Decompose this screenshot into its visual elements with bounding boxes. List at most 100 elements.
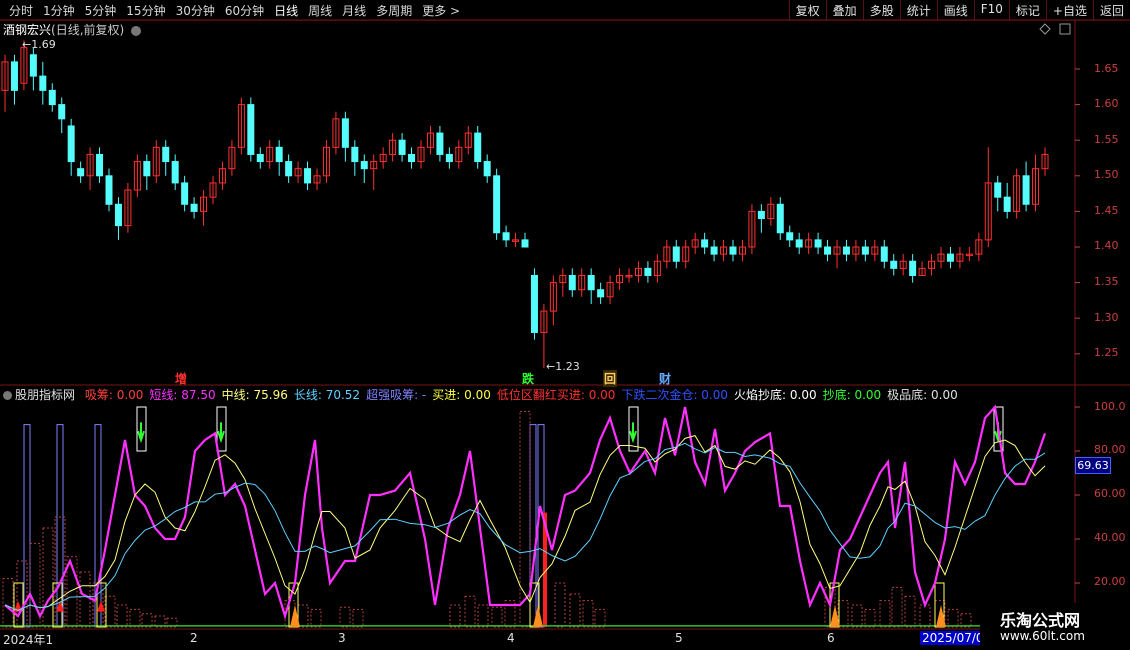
candle-body	[502, 232, 510, 241]
candle-body	[285, 161, 293, 177]
candle-body	[436, 132, 444, 155]
volume-dotted-bar	[947, 608, 959, 628]
accumulation-bar	[529, 424, 537, 628]
indicator-name[interactable]: 股朋指标网	[15, 388, 75, 402]
candle-body	[171, 161, 179, 184]
candle-body	[946, 253, 954, 262]
date-tick-label: 2	[190, 631, 198, 645]
indicator-value: 中线: 75.96	[221, 388, 288, 402]
chart-canvas[interactable]	[0, 0, 1130, 650]
short-line	[4, 404, 1047, 620]
candle-body	[29, 54, 37, 77]
candle-body	[143, 161, 151, 177]
price-tick-label: 1.65	[1094, 62, 1119, 75]
event-mark[interactable]: 财	[659, 370, 671, 387]
candle-body	[114, 203, 122, 227]
candle-body	[710, 246, 718, 255]
candle-body	[814, 239, 822, 248]
candle-body	[1022, 175, 1030, 205]
volume-dotted-bar	[891, 586, 903, 628]
candle-body	[701, 239, 709, 248]
buy-arrow-icon	[217, 422, 225, 444]
candle-body	[256, 153, 264, 163]
indicator-value: 短线: 87.50	[149, 388, 216, 402]
candle-body	[10, 61, 18, 91]
candle-body	[190, 203, 198, 212]
candle-body	[672, 246, 680, 262]
volume-dotted-bar	[582, 600, 594, 628]
price-tick-label: 1.60	[1094, 97, 1119, 110]
volume-dotted-bar	[116, 604, 128, 628]
high-price-label: ←1.69	[22, 38, 56, 51]
buy-arrow-icon	[629, 422, 637, 444]
volume-dotted-bar	[79, 571, 91, 628]
indicator-menu-icon[interactable]	[3, 391, 12, 400]
indicator-tick-label: 20.00	[1094, 575, 1126, 588]
candle-body	[530, 274, 538, 333]
candle-body	[644, 267, 652, 276]
price-tick-label: 1.45	[1094, 204, 1119, 217]
candle-body	[483, 161, 491, 177]
candle-body	[398, 139, 406, 155]
candle-body	[890, 260, 898, 269]
date-tick-label: 2025/07/0	[920, 631, 986, 645]
volume-dotted-bar	[851, 604, 863, 628]
candle-body	[909, 260, 917, 276]
indicator-legend: 股朋指标网 吸筹: 0.00 短线: 87.50 中线: 75.96 长线: 70.5…	[3, 386, 970, 403]
indicator-value: 极品底: 0.00	[887, 388, 958, 402]
candle-body	[275, 146, 283, 163]
date-tick-label: 5	[675, 631, 683, 645]
volume-dotted-bar	[919, 604, 931, 628]
candle-body	[597, 289, 605, 298]
candle-body	[247, 104, 255, 155]
price-tick-label: 1.50	[1094, 168, 1119, 181]
volume-dotted-bar	[449, 604, 461, 628]
candle-body	[304, 168, 312, 184]
volume-dotted-bar	[864, 608, 876, 628]
candle-body	[795, 239, 803, 248]
event-mark[interactable]: 增	[175, 370, 187, 387]
indicator-values: 吸筹: 0.00 短线: 87.50 中线: 75.96 长线: 70.52 超强吸筹:…	[85, 388, 964, 402]
candle-body	[757, 210, 765, 220]
candle-body	[341, 118, 349, 148]
indicator-value: 超强吸筹: -	[366, 388, 427, 402]
volume-dotted-bar	[141, 613, 153, 628]
candle-body	[824, 246, 832, 255]
diamond-icon	[1039, 23, 1051, 35]
volume-dotted-bar	[960, 613, 972, 628]
event-mark[interactable]: 跌	[522, 370, 534, 387]
high-price-value: 1.69	[31, 38, 56, 51]
candle-body	[77, 168, 85, 177]
candle-body	[67, 125, 75, 163]
candle-body	[360, 161, 368, 170]
volume-dotted-bar	[2, 578, 14, 628]
volume-dotted-bar	[352, 608, 364, 628]
candle-body	[48, 89, 56, 106]
candle-body	[39, 75, 47, 91]
candle-body	[786, 232, 794, 241]
buy-arrow-icon	[137, 422, 145, 444]
volume-dotted-bar	[339, 606, 351, 628]
current-value-badge: 69.63	[1075, 457, 1111, 474]
indicator-value: 买进: 0.00	[432, 388, 491, 402]
volume-dotted-bar	[129, 608, 141, 628]
candle-body	[880, 246, 888, 262]
candle-body	[521, 239, 529, 248]
volume-dotted-bar	[879, 600, 891, 628]
indicator-tick-label: 40.00	[1094, 531, 1126, 544]
candle-body	[994, 182, 1002, 198]
indicator-value: 下跌二次金仓: 0.00	[621, 388, 729, 402]
event-mark[interactable]: 回	[603, 370, 618, 387]
red-arrow-icon	[97, 600, 105, 612]
candle-body	[568, 274, 576, 291]
volume-dotted-bar	[904, 595, 916, 628]
date-tick-label: 6	[827, 631, 835, 645]
candle-body	[162, 146, 170, 163]
volume-dotted-bar	[42, 527, 54, 628]
indicator-tick-label: 80.00	[1094, 443, 1126, 456]
candle-body	[408, 153, 416, 163]
candle-body	[445, 153, 453, 163]
price-tick-label: 1.25	[1094, 346, 1119, 359]
candle-body	[493, 175, 501, 234]
candle-body	[105, 175, 113, 205]
